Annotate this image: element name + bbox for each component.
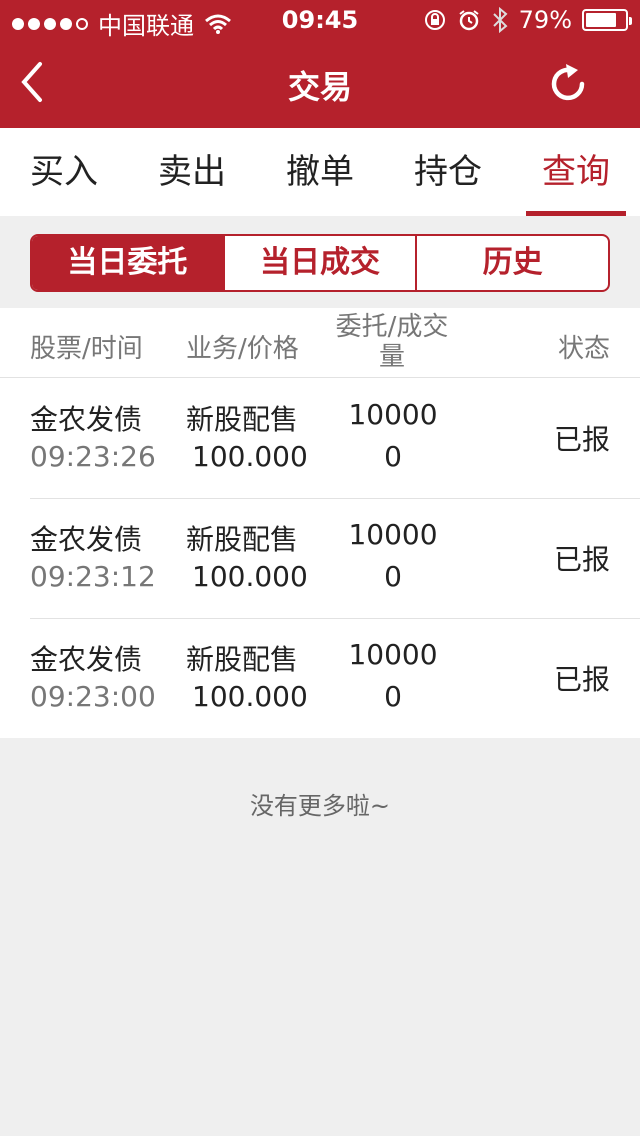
order-status: 已报 (553, 543, 610, 576)
segment-history[interactable]: 历史 (415, 236, 608, 290)
navigation-bar: 交易 (0, 40, 640, 128)
order-time: 09:23:00 (30, 680, 156, 713)
bluetooth-icon (492, 7, 508, 33)
order-time: 09:23:26 (30, 440, 156, 473)
header-stock-time: 股票/时间 (30, 334, 143, 364)
order-status: 已报 (553, 423, 610, 456)
stock-name: 金农发债 (30, 403, 143, 436)
order-status: 已报 (553, 663, 610, 696)
header-business-price: 业务/价格 (186, 334, 299, 364)
refresh-icon (551, 64, 585, 101)
table-row[interactable]: 金农发债 09:23:00 新股配售 100.000 10000 0 已报 (0, 618, 640, 738)
order-price: 100.000 (192, 560, 308, 593)
header-status: 状态 (557, 334, 610, 364)
order-price: 100.000 (192, 440, 308, 473)
table-row[interactable]: 金农发债 09:23:12 新股配售 100.000 10000 0 已报 (0, 498, 640, 618)
table-header: 股票/时间 业务/价格 委托/成交量 状态 (0, 308, 640, 378)
stock-name: 金农发债 (30, 643, 143, 676)
business-type: 新股配售 (186, 643, 299, 676)
alarm-icon (459, 10, 479, 31)
battery-fill (586, 13, 617, 27)
no-more-text: 没有更多啦~ (249, 792, 391, 820)
tab-cancel-order[interactable]: 撤单 (256, 128, 384, 216)
page-title: 交易 (287, 68, 352, 106)
battery-icon (582, 9, 632, 31)
refresh-button[interactable] (546, 62, 590, 106)
trade-tabs: 买入 卖出 撤单 持仓 查询 (0, 128, 640, 216)
header-order-deal-qty: 委托/成交量 (335, 312, 449, 372)
segment-today-orders[interactable]: 当日委托 (32, 236, 223, 290)
order-quantity: 10000 (348, 518, 438, 551)
business-type: 新股配售 (186, 523, 299, 556)
order-quantity: 10000 (348, 398, 438, 431)
status-right: 79% (423, 6, 632, 34)
deal-quantity: 0 (384, 680, 402, 713)
tab-query[interactable]: 查询 (512, 128, 640, 216)
segment-area: 当日委托 当日成交 历史 (0, 216, 640, 308)
order-quantity: 10000 (348, 638, 438, 671)
tab-buy[interactable]: 买入 (0, 128, 128, 216)
stock-name: 金农发债 (30, 523, 143, 556)
battery-percent: 79% (518, 6, 572, 34)
order-price: 100.000 (192, 680, 308, 713)
table-row[interactable]: 金农发债 09:23:26 新股配售 100.000 10000 0 已报 (0, 378, 640, 498)
header: 中国联通 09:45 79% 交易 (0, 0, 640, 128)
tab-sell[interactable]: 卖出 (128, 128, 256, 216)
tab-positions[interactable]: 持仓 (384, 128, 512, 216)
status-bar: 中国联通 09:45 79% (0, 0, 640, 40)
segmented-control: 当日委托 当日成交 历史 (30, 234, 610, 292)
business-type: 新股配售 (186, 403, 299, 436)
deal-quantity: 0 (384, 560, 402, 593)
deal-quantity: 0 (384, 440, 402, 473)
segment-today-deals[interactable]: 当日成交 (222, 236, 416, 290)
rotation-lock-icon (424, 10, 445, 30)
order-time: 09:23:12 (30, 560, 156, 593)
orders-table: 股票/时间 业务/价格 委托/成交量 状态 金农发债 09:23:26 新股配售… (0, 308, 640, 738)
